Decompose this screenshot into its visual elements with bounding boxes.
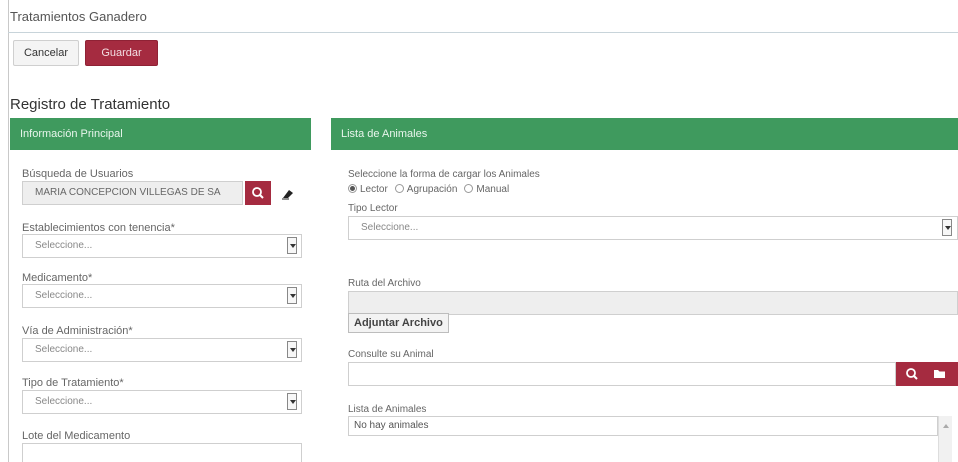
animal-list-scrollbar[interactable] <box>938 416 952 462</box>
treatment-type-select[interactable]: Seleccione... <box>22 390 302 414</box>
load-mode-radio-group: Lector Agrupación Manual <box>348 184 509 195</box>
radio-option-manual[interactable]: Manual <box>464 184 509 195</box>
eraser-icon[interactable] <box>280 185 296 201</box>
radio-option-agrupacion[interactable]: Agrupación <box>394 184 457 195</box>
select-arrow-icon[interactable] <box>287 237 297 254</box>
user-search-input[interactable]: MARIA CONCEPCION VILLEGAS DE SA <box>22 181 243 205</box>
animal-query-label: Consulte su Animal <box>348 349 434 360</box>
file-path-input <box>348 291 958 315</box>
route-label: Vía de Administración* <box>22 325 133 337</box>
treatment-type-label: Tipo de Tratamiento* <box>22 377 124 389</box>
batch-input[interactable] <box>22 443 302 462</box>
folder-icon[interactable] <box>932 366 948 382</box>
radio-option-lector[interactable]: Lector <box>348 184 388 195</box>
route-select[interactable]: Seleccione... <box>22 338 302 362</box>
page-title: Registro de Tratamiento <box>10 96 171 113</box>
cancel-button[interactable]: Cancelar <box>13 40 79 66</box>
establishments-select[interactable]: Seleccione... <box>22 234 302 258</box>
select-arrow-icon[interactable] <box>287 341 297 358</box>
animal-list-box: No hay animales <box>348 416 938 436</box>
select-arrow-icon[interactable] <box>287 287 297 304</box>
panel-header-animal-list: Lista de Animales <box>331 118 958 150</box>
app-title: Tratamientos Ganadero <box>10 9 147 24</box>
animal-query-input[interactable] <box>348 362 896 386</box>
establishments-label: Establecimientos con tenencia* <box>22 222 175 234</box>
batch-label: Lote del Medicamento <box>22 430 131 442</box>
load-mode-label: Seleccione la forma de cargar los Animal… <box>348 169 540 180</box>
attach-file-button[interactable]: Adjuntar Archivo <box>348 313 449 333</box>
select-arrow-icon[interactable] <box>287 393 297 410</box>
reader-type-select[interactable]: Seleccione... <box>348 216 958 240</box>
file-path-label: Ruta del Archivo <box>348 278 421 289</box>
animal-query-actions <box>896 362 958 386</box>
animal-list-label: Lista de Animales <box>348 404 427 415</box>
medication-label: Medicamento* <box>22 272 93 284</box>
search-icon <box>252 187 264 199</box>
save-button[interactable]: Guardar <box>85 40 158 66</box>
user-search-button[interactable] <box>245 181 271 205</box>
panel-header-main-info: Información Principal <box>10 118 311 150</box>
reader-type-label: Tipo Lector <box>348 203 398 214</box>
radio-lector[interactable] <box>348 184 357 193</box>
title-divider <box>8 32 958 33</box>
select-arrow-icon[interactable] <box>942 219 952 236</box>
radio-agrupacion[interactable] <box>394 184 404 193</box>
medication-select[interactable]: Seleccione... <box>22 284 302 308</box>
user-search-label: Búsqueda de Usuarios <box>22 168 134 180</box>
search-icon[interactable] <box>904 366 920 382</box>
radio-manual[interactable] <box>464 184 474 193</box>
